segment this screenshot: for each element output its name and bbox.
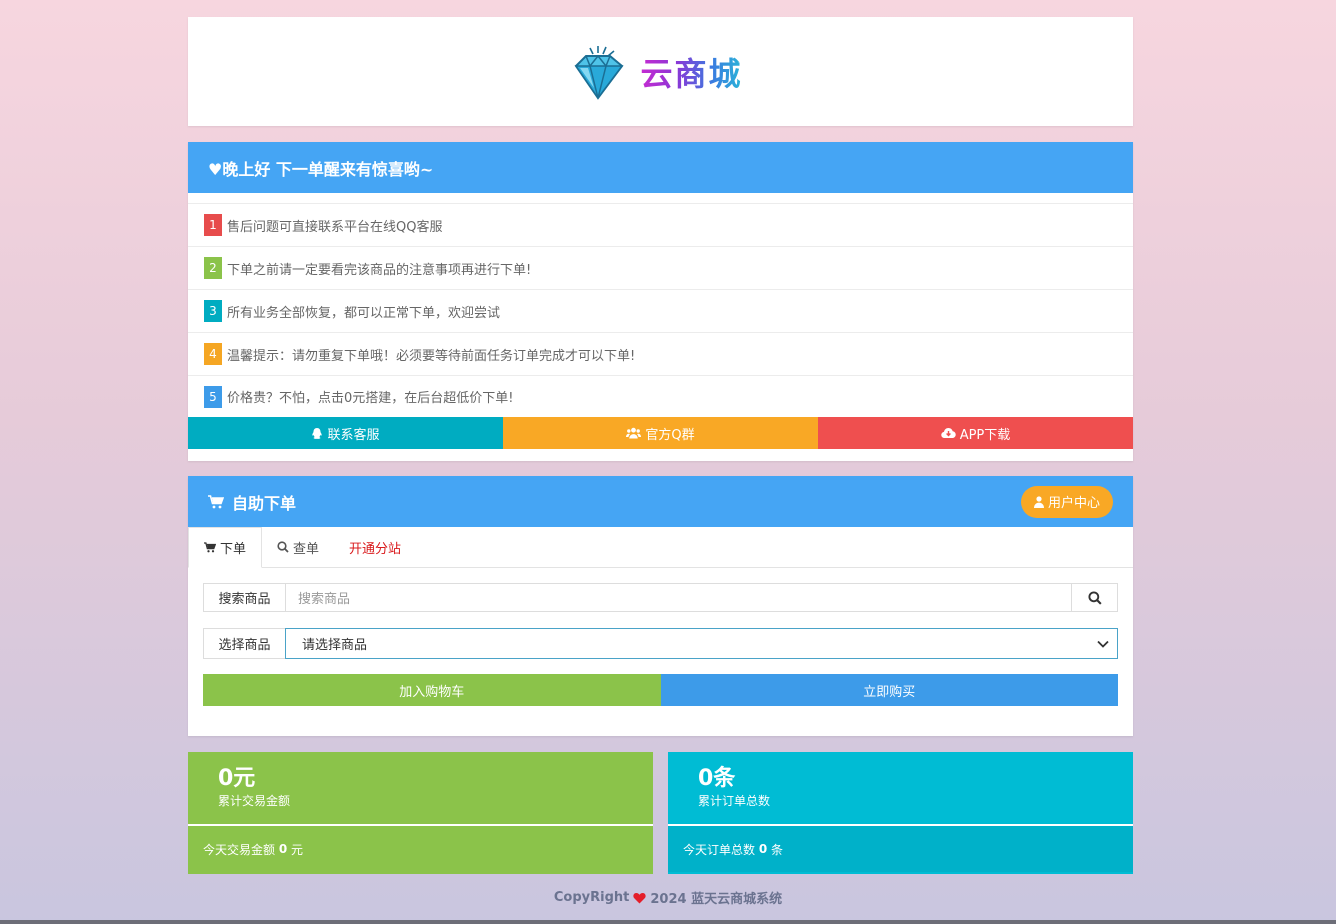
list-item: 2 下单之前请一定要看完该商品的注意事项再进行下单! [188, 246, 1133, 289]
cart-icon [208, 494, 224, 509]
number-badge: 4 [204, 343, 222, 365]
official-qq-group-label: 官方Q群 [645, 427, 695, 443]
number-badge: 3 [204, 300, 222, 322]
bottom-divider [0, 920, 1336, 924]
order-panel: 自助下单 用户中心 下单 查单 开通分站 搜索商品 搜索商品 选择商品 请选择商… [188, 476, 1133, 736]
notice-text: 售后问题可直接联系平台在线QQ客服 [227, 219, 443, 235]
notice-header: ♥晚上好 下一单醒来有惊喜哟~ [188, 142, 1133, 193]
stat-orders-today-value: 0 [758, 842, 768, 856]
search-icon [277, 541, 289, 553]
diamond-icon [568, 44, 626, 100]
stat-amount-top: 0元 累计交易金额 [188, 752, 653, 826]
stat-amount-today-value: 0 [278, 842, 288, 856]
select-label: 选择商品 [203, 628, 285, 659]
contact-service-button[interactable]: 联系客服 [188, 417, 503, 449]
order-title: 自助下单 [232, 493, 297, 513]
notice-list: 1 售后问题可直接联系平台在线QQ客服 2 下单之前请一定要看完该商品的注意事项… [188, 203, 1133, 417]
notice-button-row: 联系客服 官方Q群 APP下载 [188, 417, 1133, 449]
app-download-button[interactable]: APP下载 [818, 417, 1133, 449]
notice-panel: ♥晚上好 下一单醒来有惊喜哟~ 1 售后问题可直接联系平台在线QQ客服 2 下单… [188, 142, 1133, 461]
site-logo[interactable]: 云商城 [568, 44, 742, 100]
user-icon [1033, 495, 1044, 508]
cart-icon [204, 542, 216, 553]
add-to-cart-button[interactable]: 加入购物车 [203, 674, 661, 706]
list-item: 3 所有业务全部恢复，都可以正常下单，欢迎尝试 [188, 289, 1133, 332]
stat-orders-top: 0条 累计订单总数 [668, 752, 1133, 826]
chevron-down-icon [1097, 640, 1109, 648]
stat-orders-label: 累计订单总数 [698, 794, 771, 808]
stat-orders-today-label: 今天订单总数 [683, 842, 756, 857]
order-title-group: 自助下单 [208, 490, 296, 514]
qq-icon [311, 427, 323, 440]
search-icon [1087, 590, 1102, 605]
list-item: 1 售后问题可直接联系平台在线QQ客服 [188, 203, 1133, 246]
notice-text: 下单之前请一定要看完该商品的注意事项再进行下单! [227, 262, 532, 278]
copyright-text: CopyRight [553, 890, 630, 905]
notice-text: 价格贵？不怕，点击0元搭建，在后台超低价下单! [227, 391, 514, 406]
product-select[interactable]: 请选择商品 [285, 628, 1118, 659]
stat-amount-today-label: 今天交易金额 [203, 842, 276, 857]
stat-amount-today: 今天交易金额 0 元 [188, 826, 653, 872]
users-icon [626, 427, 642, 439]
buy-now-button[interactable]: 立即购买 [660, 674, 1118, 706]
number-badge: 5 [204, 385, 222, 408]
order-header: 自助下单 用户中心 [188, 476, 1133, 527]
tab-order-label: 下单 [220, 542, 247, 557]
list-item: 5 价格贵？不怕，点击0元搭建，在后台超低价下单! [188, 375, 1133, 417]
user-center-button[interactable]: 用户中心 [1020, 485, 1113, 518]
tab-query[interactable]: 查单 [262, 527, 334, 567]
user-center-label: 用户中心 [1047, 496, 1100, 511]
contact-service-label: 联系客服 [327, 427, 380, 443]
stat-amount-today-unit: 元 [291, 842, 304, 857]
list-item: 4 温馨提示：请勿重复下单哦！必须要等待前面任务订单完成才可以下单! [188, 332, 1133, 375]
logo-text: 云商城 [640, 49, 742, 95]
order-tabs: 下单 查单 开通分站 [188, 527, 1133, 568]
stat-amount-value: 0元 [218, 766, 256, 791]
stat-card-amount: 0元 累计交易金额 今天交易金额 0 元 [188, 752, 653, 874]
action-row: 加入购物车 立即购买 [203, 674, 1118, 706]
tab-open-substation-label: 开通分站 [349, 541, 402, 557]
app-download-label: APP下载 [959, 427, 1011, 443]
cloud-download-icon [941, 427, 956, 439]
search-input[interactable]: 搜索商品 [285, 583, 1072, 612]
number-badge: 1 [204, 214, 222, 236]
stat-orders-today: 今天订单总数 0 条 [668, 826, 1133, 872]
logo-panel: 云商城 [188, 17, 1133, 126]
notice-text: 温馨提示：请勿重复下单哦！必须要等待前面任务订单完成才可以下单! [227, 348, 636, 364]
footer: CopyRight 2024 蓝天云商城系统 [0, 888, 1336, 907]
notice-text: 所有业务全部恢复，都可以正常下单，欢迎尝试 [227, 305, 501, 321]
search-label: 搜索商品 [203, 583, 285, 612]
tab-order[interactable]: 下单 [188, 527, 263, 568]
notice-title: ♥晚上好 下一单醒来有惊喜哟~ [208, 159, 434, 179]
number-badge: 2 [204, 257, 222, 279]
tab-open-substation[interactable]: 开通分站 [334, 527, 416, 567]
select-row: 选择商品 请选择商品 [203, 628, 1118, 659]
official-qq-group-button[interactable]: 官方Q群 [503, 417, 818, 449]
search-row: 搜索商品 搜索商品 [203, 583, 1118, 612]
heart-icon [633, 892, 647, 904]
stat-amount-label: 累计交易金额 [218, 794, 291, 808]
stat-orders-value: 0条 [698, 766, 736, 791]
tab-query-label: 查单 [293, 541, 320, 557]
product-select-value: 请选择商品 [302, 638, 368, 653]
search-button[interactable] [1072, 583, 1118, 612]
footer-brand-text: 2024 蓝天云商城系统 [650, 892, 783, 907]
stat-card-orders: 0条 累计订单总数 今天订单总数 0 条 [668, 752, 1133, 874]
stat-orders-today-unit: 条 [771, 842, 784, 857]
